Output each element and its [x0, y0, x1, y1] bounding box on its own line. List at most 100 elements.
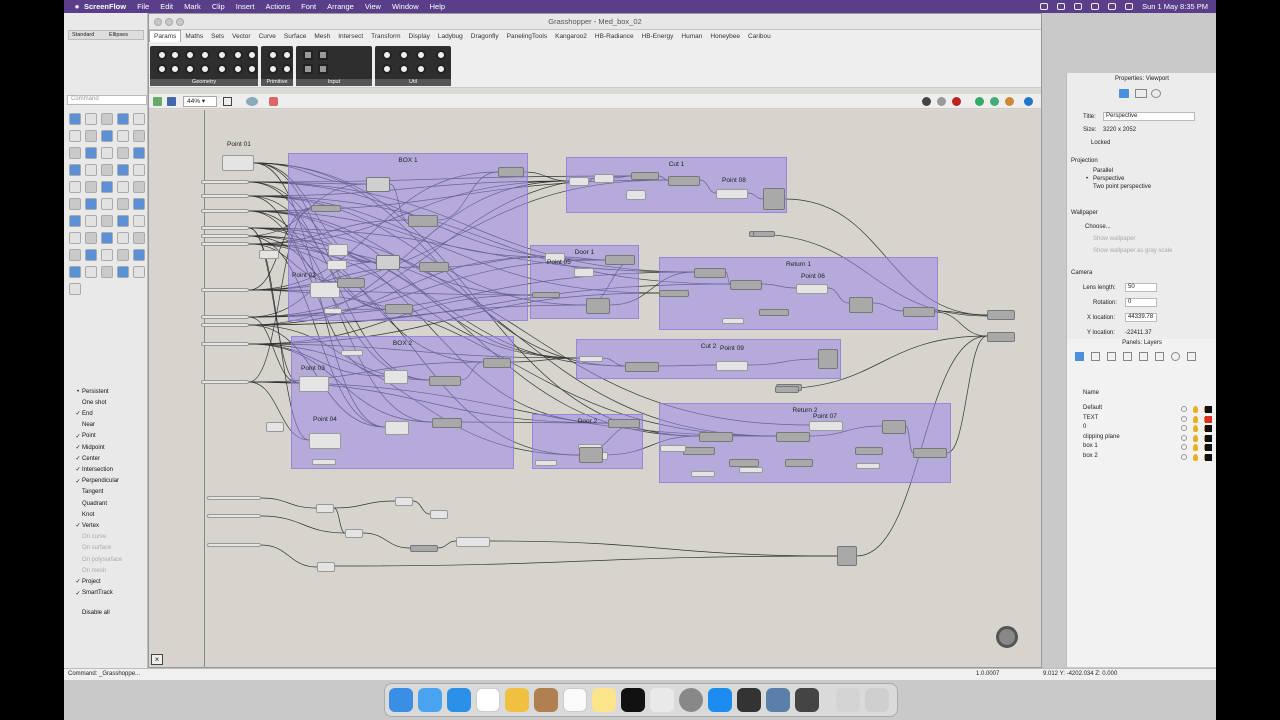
menu-view[interactable]: View	[365, 2, 381, 11]
gh-component-node[interactable]	[207, 543, 261, 547]
system-preferences-icon[interactable]	[679, 688, 703, 712]
gh-component-node[interactable]	[324, 308, 342, 314]
menu-clip[interactable]: Clip	[212, 2, 225, 11]
rhino-tool-icon[interactable]	[133, 164, 145, 176]
gh-tab-ladybug[interactable]: Ladybug	[434, 33, 467, 40]
osnap-end[interactable]: ✓ End	[64, 408, 148, 419]
gh-component-node[interactable]	[694, 268, 726, 278]
rhino-tool-icon[interactable]	[101, 130, 113, 142]
gh-component-node[interactable]	[483, 358, 511, 368]
osnap-on-mesh[interactable]: On mesh	[64, 565, 148, 576]
mail-icon[interactable]	[418, 688, 442, 712]
gh-component-node[interactable]	[432, 418, 462, 428]
show-wallpaper-checkbox[interactable]: Show wallpaper	[1093, 236, 1135, 242]
rhino-tool-icon[interactable]	[117, 164, 129, 176]
gh-component-node[interactable]	[408, 215, 438, 227]
camera-icon[interactable]	[1119, 89, 1129, 98]
gh-component-node[interactable]	[691, 471, 715, 477]
gh-component-node[interactable]	[759, 309, 789, 316]
gh-component-node[interactable]	[201, 234, 249, 238]
rhino-tool-icon[interactable]	[133, 181, 145, 193]
projection-perspective-radio[interactable]: •	[1086, 176, 1088, 182]
osnap-midpoint[interactable]: ✓ Midpoint	[64, 442, 148, 453]
component-icon[interactable]	[436, 64, 446, 74]
gh-component-node[interactable]	[201, 226, 249, 230]
gh-component-node[interactable]	[775, 386, 799, 393]
gh-component-node[interactable]	[456, 537, 490, 547]
gh-component-node[interactable]	[309, 433, 341, 449]
component-icon[interactable]	[185, 64, 195, 74]
component-icon[interactable]	[233, 50, 243, 60]
gh-tab-mesh[interactable]: Mesh	[310, 33, 334, 40]
layer-current-icon[interactable]	[1181, 444, 1187, 451]
menu-app[interactable]: ScreenFlow	[84, 2, 126, 11]
osnap-knot[interactable]: Knot	[64, 509, 148, 520]
open-file-icon[interactable]	[153, 97, 162, 106]
gh-component-node[interactable]	[312, 459, 336, 465]
layer-visible-bulb-icon[interactable]	[1193, 454, 1198, 461]
gh-component-node[interactable]	[837, 546, 857, 566]
document-preview-icon[interactable]	[990, 97, 999, 106]
gh-component-node[interactable]	[345, 529, 363, 538]
gh-component-node[interactable]	[201, 194, 249, 198]
photos-icon[interactable]	[505, 688, 529, 712]
menu-font[interactable]: Font	[301, 2, 316, 11]
rhino-tool-icon[interactable]	[85, 164, 97, 176]
rhino-tool-icon[interactable]	[133, 266, 145, 278]
rhino-tool-icon[interactable]	[85, 181, 97, 193]
component-icon[interactable]	[217, 64, 227, 74]
gh-component-node[interactable]	[903, 307, 935, 317]
component-icon[interactable]	[399, 64, 409, 74]
message-tray-icon[interactable]	[1057, 3, 1066, 10]
search-icon[interactable]	[1108, 3, 1117, 10]
preview-settings-icon[interactable]	[1005, 97, 1014, 106]
layer-color-swatch[interactable]	[1205, 415, 1212, 423]
zoom-extents-icon[interactable]	[223, 97, 232, 106]
osnap-checkbox[interactable]: ✓	[74, 455, 82, 462]
gh-component-node[interactable]	[785, 459, 813, 467]
menu-window[interactable]: Window	[392, 2, 419, 11]
gh-component-node[interactable]	[579, 356, 603, 362]
rhino-tool-icon[interactable]	[101, 266, 113, 278]
viewport-icon[interactable]	[1135, 89, 1147, 98]
gh-tab-intersect[interactable]: Intersect	[334, 33, 367, 40]
layer-current-icon[interactable]	[1181, 425, 1187, 432]
layer-color-swatch[interactable]	[1205, 406, 1212, 413]
osnap-vertex[interactable]: ✓ Vertex	[64, 520, 148, 531]
gh-component-node[interactable]	[987, 310, 1015, 320]
gh-tab-surface[interactable]: Surface	[280, 33, 310, 40]
gh-component-node[interactable]	[201, 380, 249, 384]
projection-parallel[interactable]: Parallel	[1093, 168, 1113, 174]
gh-component-node[interactable]	[385, 421, 409, 435]
layer-color-swatch[interactable]	[1205, 454, 1212, 461]
wireframe-preview-icon[interactable]	[937, 97, 946, 106]
clock[interactable]: Sun 1 May 8:35 PM	[1142, 2, 1208, 11]
shaded-preview-icon[interactable]	[952, 97, 961, 106]
display-mode-icon[interactable]	[1155, 352, 1164, 361]
rhino-tool-icon[interactable]	[85, 147, 97, 159]
rhino-tool-icon[interactable]	[133, 249, 145, 261]
menu-help[interactable]: Help	[430, 2, 445, 11]
gh-tab-honeybee[interactable]: Honeybee	[706, 33, 744, 40]
title-field[interactable]: Perspective	[1103, 112, 1195, 121]
gh-canvas[interactable]: BOX 1 Cut 1 Door 1 Return 1 BOX 2 Cut 2 Door 2…	[149, 110, 1041, 667]
component-icon[interactable]	[200, 50, 210, 60]
component-group[interactable]: BOX 2	[291, 336, 514, 469]
gh-component-node[interactable]	[855, 447, 883, 455]
gh-component-node[interactable]	[668, 176, 700, 186]
osnap-on-surface[interactable]: On surface	[64, 543, 148, 554]
zoom-select[interactable]: 44% ▾	[183, 96, 217, 107]
layer-visible-bulb-icon[interactable]	[1193, 425, 1198, 433]
canvas-widget-icon[interactable]	[1024, 97, 1033, 106]
osnap-checkbox[interactable]: ✓	[74, 410, 82, 417]
osnap-on-curve[interactable]: On curve	[64, 532, 148, 543]
close-canvas-icon[interactable]: ×	[151, 654, 163, 665]
safari-icon[interactable]	[447, 688, 471, 712]
gh-component-node[interactable]	[626, 190, 646, 200]
control-center-icon[interactable]	[1125, 3, 1134, 10]
gh-component-node[interactable]	[201, 342, 249, 346]
osnap-checkbox[interactable]: ✓	[74, 466, 82, 473]
gh-component-node[interactable]	[327, 260, 347, 270]
gh-component-node[interactable]	[913, 448, 947, 458]
rhino-tool-icon[interactable]	[69, 181, 81, 193]
